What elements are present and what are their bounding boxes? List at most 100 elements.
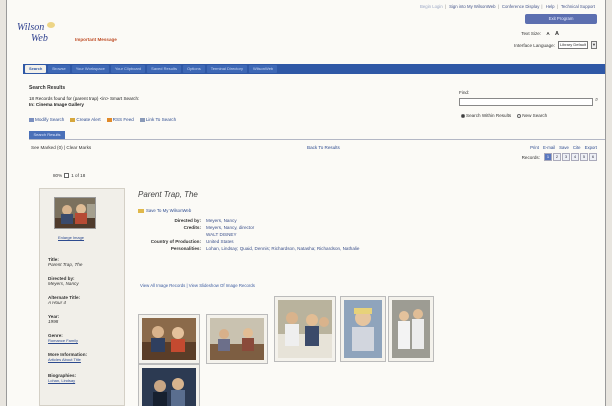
enlarge-image-link[interactable]: Enlarge Image [58,235,84,240]
page-2-button[interactable]: 2 [553,153,561,161]
field-value: Meyers, Nancy [48,281,79,286]
tab-search[interactable]: Search [25,65,47,73]
still-image-icon [142,368,196,406]
sign-in-link[interactable]: Sign into My WilsonWeb [449,4,496,9]
folder-icon [138,208,144,213]
link-icon [139,117,145,122]
rss-feed-link[interactable]: RSS Feed [106,117,134,122]
metadata-label [138,232,206,237]
technical-support-link[interactable]: Technical Support [561,4,595,9]
find-input[interactable] [459,98,593,106]
page-6-button[interactable]: 6 [589,153,597,161]
cite-link[interactable]: Cite [573,145,581,150]
page-1-button[interactable]: 1 [544,153,552,161]
tab-saved-results[interactable]: Saved Results [147,65,181,73]
save-link[interactable]: Save [559,145,569,150]
record-index: 1 of 18 [71,173,86,178]
sidebar-field: Alternate Title: A Hour 4 [48,295,80,305]
search-results-heading: Search Results [29,85,66,91]
search-within-results-radio[interactable]: Search Within Results [461,113,511,118]
records-found-text: 18 Records found for (parent trap) <in> … [29,96,140,101]
find-label: Find: [459,90,470,95]
sidebar-field: Title: Parent Trap, The [48,257,82,267]
text-size-label: Text Size: [521,31,542,36]
tab-your-clipboard[interactable]: Your Clipboard [110,65,146,73]
begin-login-link[interactable]: Begin Login [420,4,443,9]
page-4-button[interactable]: 4 [571,153,579,161]
modify-search-link[interactable]: Modify Search [29,117,64,122]
tab-terminal-directory[interactable]: Terminal Directory [206,65,247,73]
field-value: A Hour 4 [48,300,66,305]
image-thumbnail[interactable] [340,296,386,362]
image-thumbnail[interactable] [206,314,268,364]
metadata-value[interactable]: Lohan, Lindsay; Quaid, Dennis; Richardso… [206,246,359,251]
view-all-links[interactable]: View All Image Records | View Slideshow … [140,283,255,288]
record-metadata: Directed by: Meyers, Nancy Credits: Meyers,… [138,218,360,253]
image-thumbnail[interactable] [138,314,200,364]
export-link[interactable]: Export [585,145,597,150]
percent-text: 80% [53,173,63,178]
find-options: Search Within Results New Search [461,113,547,118]
record-title: Parent Trap, The [138,190,198,199]
metadata-value[interactable]: Meyers, Nancy [206,218,237,223]
metadata-label: Directed by: [174,218,201,223]
image-thumbnail[interactable] [274,296,336,362]
tab-options[interactable]: Options [182,65,205,73]
metadata-label: Credits: [183,225,201,230]
new-search-radio[interactable]: New Search [517,113,547,118]
print-link[interactable]: Print [530,145,539,150]
text-size-large-button[interactable]: A [555,31,559,37]
save-to-mywilsonweb-link[interactable]: Save To My WilsonWeb [138,208,191,213]
divider [29,139,605,140]
field-value: 1998 [48,319,59,324]
record-thumbnail[interactable] [54,197,96,229]
tab-browse[interactable]: Browse [48,65,70,73]
exit-button[interactable]: Exit Program [525,14,597,24]
search-results-tab[interactable]: Search Results [29,131,65,139]
field-link[interactable]: Articles About Title [48,357,87,362]
image-thumbnail[interactable] [388,296,434,362]
main-nav: Search Browse Your Workspace Your Clipboard… [23,64,605,74]
back-to-results-link[interactable]: Back To Results [307,145,340,150]
see-marked-link[interactable]: See Marked (0) | Clear Marks [31,145,91,150]
metadata-row: Credits: Meyers, Nancy, director [138,225,359,230]
wilsonweb-logo[interactable]: Wilson Web [17,22,65,50]
text-size-control: Text Size: A A [521,31,559,37]
metadata-value[interactable]: WALT DISNEY [206,232,237,237]
help-link[interactable]: Help [546,4,555,9]
database-name: In: Cinema Image Gallery [29,102,84,107]
still-image-icon [55,198,95,228]
search-icon[interactable]: ⌕ [595,97,598,104]
still-image-icon [278,300,332,358]
browser-frame: Begin Login | Sign into My WilsonWeb | Con… [6,0,606,406]
page-3-button[interactable]: 3 [562,153,570,161]
metadata-row: Directed by: Meyers, Nancy [138,218,359,223]
chevron-down-icon[interactable]: ▼ [591,41,597,49]
still-image-icon [344,300,382,358]
interface-language-select[interactable]: Library Default [558,41,588,49]
page-5-button[interactable]: 5 [580,153,588,161]
create-alert-link[interactable]: Create Alert [70,117,101,122]
top-links: Begin Login | Sign into My WilsonWeb | Con… [420,4,595,9]
image-thumbnail[interactable] [138,364,200,406]
important-message-link[interactable]: Important Message [75,37,117,42]
field-link[interactable]: Lohan, Lindsay [48,378,76,383]
field-link[interactable]: Romance Family [48,338,78,343]
sidebar-field: Biographies: Lohan, Lindsay [48,373,76,383]
metadata-row: Country of Production: United States [138,239,359,244]
record-tools: Print E-mail Save Cite Export [530,145,597,150]
metadata-label: Personalities: [170,246,201,251]
interface-language: Interface Language: Library Default ▼ [514,41,597,49]
still-image-icon [392,300,430,358]
radio-selected-icon [461,113,465,118]
conference-display-link[interactable]: Conference Display [502,4,540,9]
metadata-value[interactable]: Meyers, Nancy, director [206,225,254,230]
mark-record-checkbox[interactable] [64,173,70,178]
email-link[interactable]: E-mail [543,145,555,150]
metadata-row: Personalities: Lohan, Lindsay; Quaid, Den… [138,246,360,251]
tab-your-workspace[interactable]: Your Workspace [71,65,109,73]
text-size-small-button[interactable]: A [546,31,549,36]
link-to-search-link[interactable]: Link To Search [139,117,176,122]
tab-wilsonweb[interactable]: WilsonWeb [248,65,278,73]
metadata-value[interactable]: United States [206,239,234,244]
